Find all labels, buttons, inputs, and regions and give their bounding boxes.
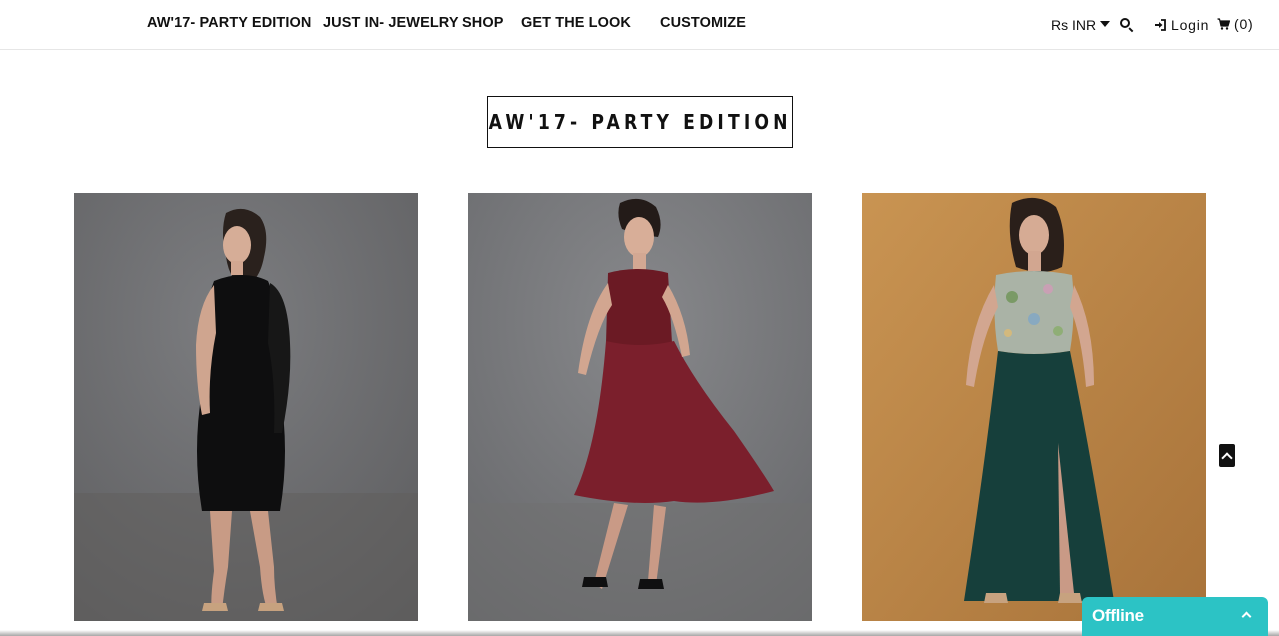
- product-card[interactable]: [862, 193, 1206, 621]
- product-image-maroon-dress: [468, 193, 812, 621]
- nav-item-just-in-jewelry[interactable]: JUST IN- JEWELRY: [323, 15, 459, 31]
- back-to-top-button[interactable]: [1219, 444, 1235, 467]
- collection-heading-text: AW'17- PARTY EDITION: [488, 110, 792, 134]
- shopping-cart-icon: [1217, 18, 1230, 30]
- cart-link[interactable]: (0): [1217, 16, 1254, 32]
- search-icon[interactable]: [1120, 18, 1134, 33]
- product-card[interactable]: [468, 193, 812, 621]
- top-navigation-bar: AW'17- PARTY EDITION JUST IN- JEWELRY SH…: [0, 0, 1279, 50]
- login-link[interactable]: Login: [1154, 17, 1209, 33]
- nav-item-get-the-look[interactable]: GET THE LOOK: [521, 15, 631, 31]
- product-card[interactable]: [74, 193, 418, 621]
- product-image-teal-skirt: [862, 193, 1206, 621]
- currency-selector[interactable]: Rs INR: [1051, 17, 1111, 33]
- nav-item-shop[interactable]: SHOP: [462, 15, 504, 31]
- caret-down-icon: [1100, 20, 1111, 27]
- chevron-up-icon: [1221, 451, 1233, 464]
- chat-status-label: Offline: [1092, 606, 1144, 625]
- nav-item-customize[interactable]: CUSTOMIZE: [660, 15, 746, 31]
- currency-label: Rs INR: [1051, 17, 1097, 33]
- sign-in-icon: [1155, 19, 1166, 31]
- nav-item-party-edition[interactable]: AW'17- PARTY EDITION: [147, 15, 311, 31]
- collection-heading: AW'17- PARTY EDITION: [487, 96, 793, 148]
- chevron-up-icon: [1241, 611, 1252, 622]
- cart-count: (0): [1234, 16, 1254, 32]
- login-label: Login: [1171, 17, 1210, 33]
- product-image-black-dress: [74, 193, 418, 621]
- chat-widget[interactable]: Offline: [1082, 597, 1268, 636]
